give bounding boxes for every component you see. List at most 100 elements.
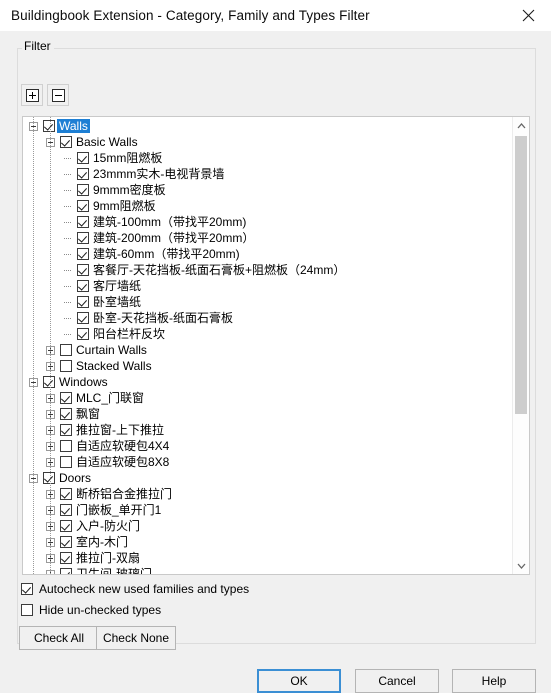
scroll-thumb[interactable] — [515, 136, 527, 414]
tree-item-checkbox[interactable] — [77, 280, 89, 292]
tree-item-label: 自适应软硬包4X4 — [76, 439, 170, 453]
tree-item-checkbox[interactable] — [60, 136, 72, 148]
tree-item-checkbox[interactable] — [77, 152, 89, 164]
hide-unchecked-checkbox[interactable] — [21, 604, 33, 616]
tree-item-checkbox[interactable] — [77, 232, 89, 244]
scroll-up-button[interactable] — [513, 117, 529, 134]
tree-item-checkbox[interactable] — [77, 312, 89, 324]
tree-row[interactable]: 9mmm密度板 — [23, 182, 513, 198]
tree-row[interactable]: 断桥铝合金推拉门 — [23, 486, 513, 502]
autocheck-label: Autocheck new used families and types — [39, 582, 250, 596]
tree-item-label: 卫生间-玻璃门 — [76, 567, 152, 574]
family-type-tree[interactable]: Walls Basic Walls 15mm阻燃板 23mmm实木-电视背景墙 9mmm… — [22, 116, 530, 575]
tree-item-checkbox[interactable] — [60, 456, 72, 468]
tree-row[interactable]: 推拉窗-上下推拉 — [23, 422, 513, 438]
tree-row[interactable]: Stacked Walls — [23, 358, 513, 374]
tree-item-checkbox[interactable] — [60, 552, 72, 564]
autocheck-checkbox[interactable] — [21, 583, 33, 595]
tree-row[interactable]: 客餐厅-天花挡板-纸面石膏板+阻燃板（24mm） — [23, 262, 513, 278]
tree-item-label: 飘窗 — [76, 407, 101, 421]
filter-toolbar — [21, 84, 69, 106]
tree-row[interactable]: 建筑-200mm（带找平20mm） — [23, 230, 513, 246]
hide-unchecked-option-row[interactable]: Hide un-checked types — [21, 603, 161, 617]
tree-item-checkbox[interactable] — [77, 168, 89, 180]
ok-button[interactable]: OK — [257, 669, 341, 693]
tree-item-checkbox[interactable] — [77, 248, 89, 260]
tree-item-label: 门嵌板_单开门1 — [76, 503, 162, 517]
tree-item-checkbox[interactable] — [60, 440, 72, 452]
tree-row[interactable]: Basic Walls — [23, 134, 513, 150]
tree-item-label: 卧室-天花挡板-纸面石膏板 — [93, 311, 233, 325]
close-button[interactable] — [506, 0, 551, 31]
tree-item-checkbox[interactable] — [43, 376, 55, 388]
tree-row[interactable]: 推拉门-双扇 — [23, 550, 513, 566]
tree-row[interactable]: Curtain Walls — [23, 342, 513, 358]
tree-item-checkbox[interactable] — [60, 392, 72, 404]
tree-row[interactable]: 阳台栏杆反坎 — [23, 326, 513, 342]
tree-row[interactable]: Walls — [23, 118, 513, 134]
tree-item-checkbox[interactable] — [60, 488, 72, 500]
tree-connector — [63, 266, 72, 275]
tree-item-checkbox[interactable] — [77, 200, 89, 212]
tree-item-label: 阳台栏杆反坎 — [93, 327, 166, 341]
tree-row[interactable]: 卫生间-玻璃门 — [23, 566, 513, 574]
tree-row[interactable]: 自适应软硬包8X8 — [23, 454, 513, 470]
tree-row[interactable]: 卧室墙纸 — [23, 294, 513, 310]
tree-row[interactable]: 23mmm实木-电视背景墙 — [23, 166, 513, 182]
tree-row[interactable]: 建筑-100mm（带找平20mm) — [23, 214, 513, 230]
tree-row[interactable]: 自适应软硬包4X4 — [23, 438, 513, 454]
tree-row[interactable]: 门嵌板_单开门1 — [23, 502, 513, 518]
tree-item-checkbox[interactable] — [43, 472, 55, 484]
tree-item-checkbox[interactable] — [60, 536, 72, 548]
tree-row[interactable]: Windows — [23, 374, 513, 390]
tree-root: Walls Basic Walls 15mm阻燃板 23mmm实木-电视背景墙 9mmm… — [23, 117, 513, 574]
check-all-button[interactable]: Check All — [19, 626, 99, 650]
tree-item-checkbox[interactable] — [60, 520, 72, 532]
tree-item-checkbox[interactable] — [60, 568, 72, 574]
tree-item-checkbox[interactable] — [60, 424, 72, 436]
tree-item-label: 15mm阻燃板 — [93, 151, 163, 165]
expand-all-button[interactable] — [21, 84, 43, 106]
tree-item-checkbox[interactable] — [60, 504, 72, 516]
tree-connector — [63, 314, 72, 323]
tree-connector — [63, 298, 72, 307]
tree-connector — [63, 186, 72, 195]
tree-item-checkbox[interactable] — [77, 216, 89, 228]
help-button[interactable]: Help — [452, 669, 536, 693]
tree-row[interactable]: 15mm阻燃板 — [23, 150, 513, 166]
tree-row[interactable]: 入户-防火门 — [23, 518, 513, 534]
tree-vertical-scrollbar[interactable] — [512, 117, 529, 574]
tree-row[interactable]: 卧室-天花挡板-纸面石膏板 — [23, 310, 513, 326]
tree-item-checkbox[interactable] — [77, 264, 89, 276]
tree-item-label: 建筑-100mm（带找平20mm) — [93, 215, 247, 229]
tree-row[interactable]: 室内-木门 — [23, 534, 513, 550]
tree-item-checkbox[interactable] — [60, 360, 72, 372]
tree-item-checkbox[interactable] — [77, 328, 89, 340]
collapse-minus-icon — [51, 88, 65, 102]
autocheck-option-row[interactable]: Autocheck new used families and types — [21, 582, 249, 596]
tree-item-label: Stacked Walls — [76, 359, 152, 373]
tree-row[interactable]: 飘窗 — [23, 406, 513, 422]
tree-row[interactable]: 9mm阻燃板 — [23, 198, 513, 214]
tree-item-checkbox[interactable] — [77, 296, 89, 308]
tree-row[interactable]: Doors — [23, 470, 513, 486]
tree-item-checkbox[interactable] — [77, 184, 89, 196]
tree-row[interactable]: 客厅墙纸 — [23, 278, 513, 294]
scroll-down-button[interactable] — [513, 557, 529, 574]
collapse-all-button[interactable] — [47, 84, 69, 106]
tree-item-label: Walls — [57, 119, 90, 133]
tree-item-label: Windows — [59, 375, 108, 389]
tree-item-checkbox[interactable] — [60, 408, 72, 420]
tree-row[interactable]: 建筑-60mm（带找平20mm) — [23, 246, 513, 262]
tree-row[interactable]: MLC_门联窗 — [23, 390, 513, 406]
tree-item-checkbox[interactable] — [60, 344, 72, 356]
cancel-button[interactable]: Cancel — [355, 669, 439, 693]
tree-connector — [63, 282, 72, 291]
tree-item-checkbox[interactable] — [43, 120, 55, 132]
check-none-button[interactable]: Check None — [96, 626, 176, 650]
